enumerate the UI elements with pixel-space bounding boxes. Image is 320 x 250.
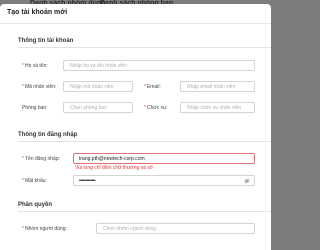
permissions-title: Phân quyền — [18, 202, 53, 208]
section-divider — [18, 47, 271, 48]
department-label: Phòng ban: — [22, 105, 48, 111]
position-label: *Chức vụ: — [144, 105, 168, 111]
username-label: *Tên đăng nhập: — [22, 156, 60, 162]
username-error-message: Vui lòng chỉ điền chữ thường và số — [75, 165, 153, 171]
email-input[interactable]: Nhập email nhân viên — [180, 81, 255, 92]
full-name-input[interactable]: Nhập họ và tên nhân viên — [63, 60, 255, 71]
employee-code-label: *Mã nhân viên: — [22, 84, 57, 90]
create-account-modal: Tạo tài khoản mới Thông tin tài khoản *H… — [0, 4, 271, 250]
section-divider — [18, 211, 271, 212]
department-select[interactable]: Chọn phòng ban — [63, 102, 133, 113]
login-info-title: Thông tin đăng nhập — [18, 132, 78, 138]
email-label: *Email: — [144, 84, 161, 90]
modal-title: Tạo tài khoản mới — [7, 9, 68, 16]
user-group-select[interactable]: Chọn nhóm người dùng — [96, 223, 255, 234]
password-label: *Mật khẩu: — [22, 178, 47, 184]
user-group-label: *Nhóm người dùng: — [22, 226, 67, 232]
modal-header: Tạo tài khoản mới — [0, 4, 271, 24]
employee-code-input[interactable]: Nhập mã nhân viên — [63, 81, 133, 92]
account-info-title: Thông tin tài khoản — [18, 38, 74, 44]
full-name-label: *Họ và tên: — [22, 63, 48, 69]
position-input[interactable]: Nhập chức vụ nhân viên — [180, 102, 255, 113]
eye-off-icon[interactable] — [244, 178, 250, 184]
section-divider — [18, 141, 271, 142]
password-input[interactable]: ••••••••••••• — [73, 175, 255, 186]
username-input[interactable]: trang.pth@newtech-corp.com — [73, 153, 255, 164]
